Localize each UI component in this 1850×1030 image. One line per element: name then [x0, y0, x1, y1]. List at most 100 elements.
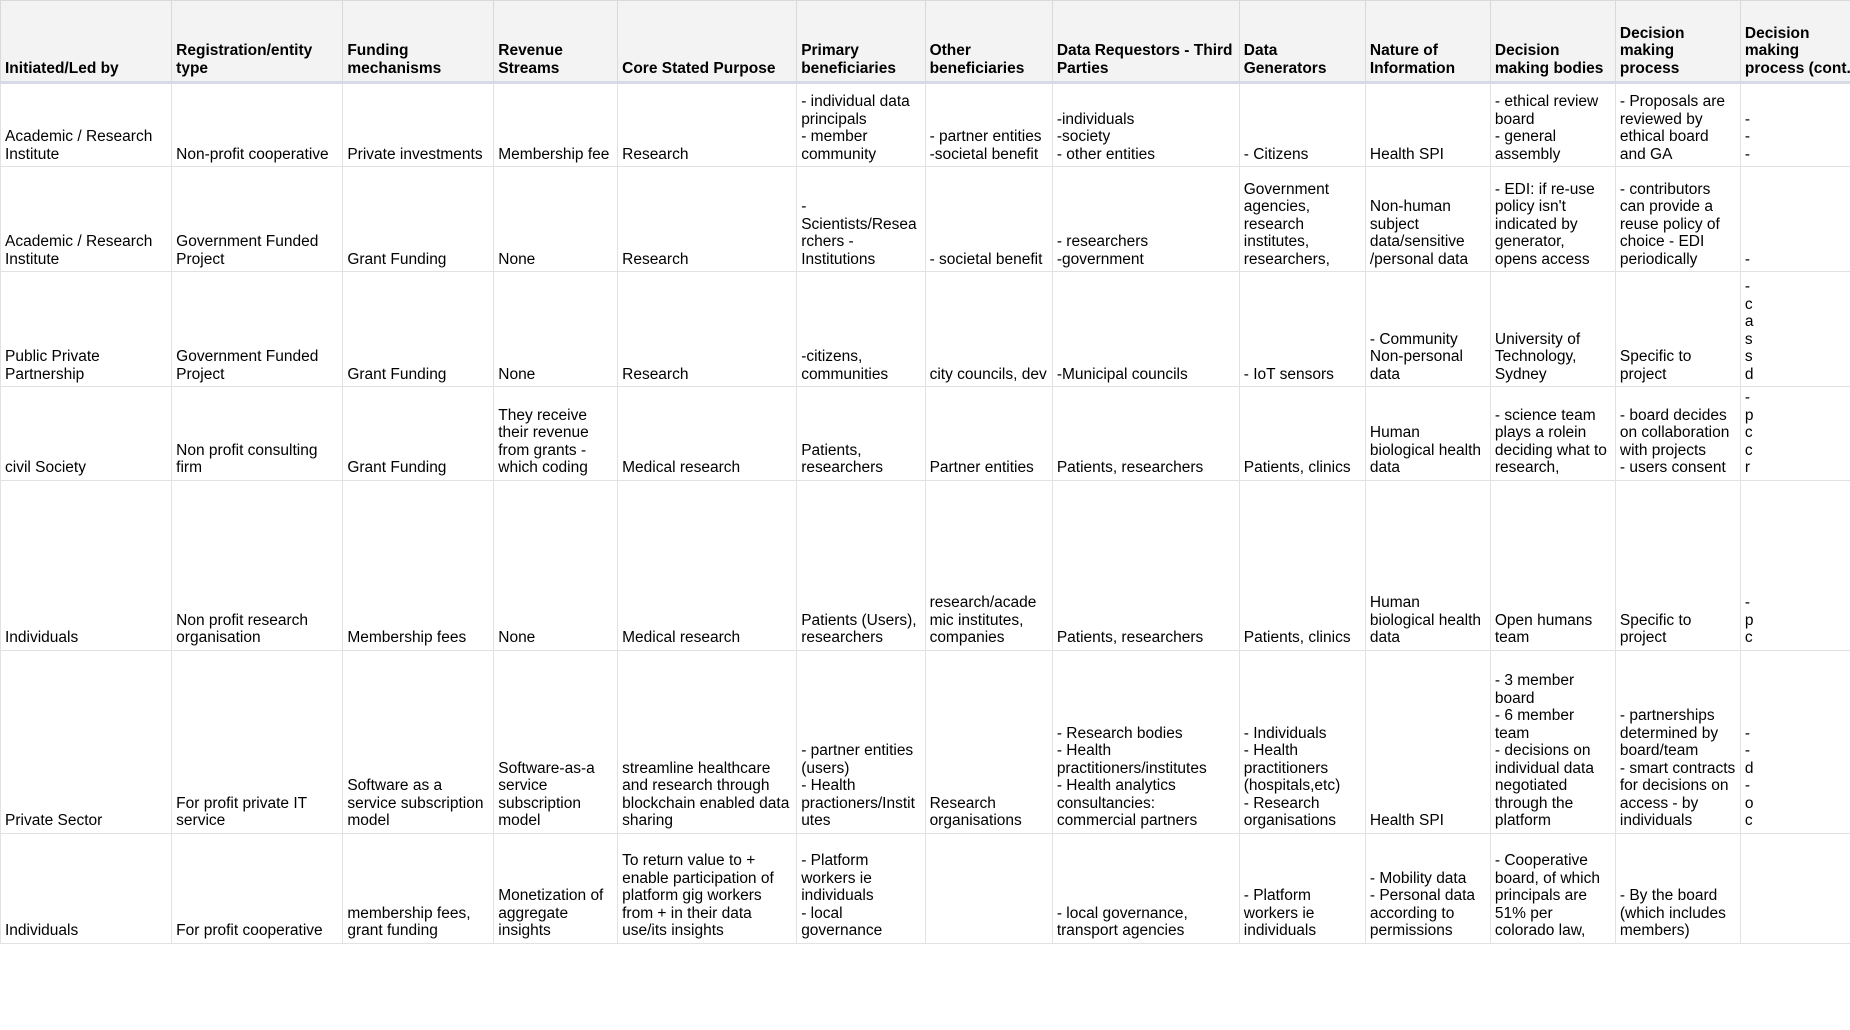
- cell-data-generators[interactable]: - Citizens: [1238, 82, 1366, 167]
- cell-primary-beneficiaries[interactable]: Patients, researchers: [796, 386, 926, 481]
- cell-primary-beneficiaries[interactable]: Patients (Users), researchers: [796, 479, 926, 651]
- cell-primary-beneficiaries[interactable]: - partner entities (users) - Health prac…: [796, 649, 926, 834]
- cell-funding-mechanisms[interactable]: Grant Funding: [342, 271, 495, 387]
- cell-data-generators[interactable]: Patients, clinics: [1238, 479, 1366, 651]
- cell-other-beneficiaries[interactable]: - partner entities -societal benefit: [924, 82, 1053, 167]
- cell-initiated-led-by[interactable]: civil Society: [0, 386, 173, 481]
- cell-primary-beneficiaries[interactable]: - individual data principals - member co…: [796, 82, 926, 167]
- cell-decision-making-process[interactable]: - Proposals are reviewed by ethical boar…: [1614, 82, 1741, 167]
- cell-registration-entity-type[interactable]: Government Funded Project: [171, 271, 344, 387]
- cell-other-beneficiaries[interactable]: [924, 832, 1053, 944]
- column-header-overflow[interactable]: Decision making process (cont.): [1739, 0, 1850, 84]
- cell-decision-making-process[interactable]: - board decides on collaboration with pr…: [1614, 386, 1741, 481]
- cell-funding-mechanisms[interactable]: Software as a service subscription model: [342, 649, 495, 834]
- cell-revenue-streams[interactable]: They receive their revenue from grants -…: [493, 386, 619, 481]
- cell-decision-making-process[interactable]: - contributors can provide a reuse polic…: [1614, 166, 1741, 272]
- cell-core-stated-purpose[interactable]: To return value to + enable participatio…: [617, 832, 798, 944]
- cell-primary-beneficiaries[interactable]: - Platform workers ie individuals - loca…: [796, 832, 926, 944]
- cell-data-requestors-third-parties[interactable]: - local governance, transport agencies: [1051, 832, 1240, 944]
- cell-core-stated-purpose[interactable]: Research: [617, 82, 798, 167]
- cell-other-beneficiaries[interactable]: - societal benefit: [924, 166, 1053, 272]
- cell-decision-making-process[interactable]: - By the board (which includes members): [1614, 832, 1741, 944]
- cell-data-requestors-third-parties[interactable]: -individuals -society - other entities: [1051, 82, 1240, 167]
- cell-revenue-streams[interactable]: Membership fee: [493, 82, 619, 167]
- cell-initiated-led-by[interactable]: Individuals: [0, 832, 173, 944]
- cell-core-stated-purpose[interactable]: Medical research: [617, 386, 798, 481]
- cell-nature-of-information[interactable]: - Mobility data - Personal data accordin…: [1364, 832, 1491, 944]
- cell-core-stated-purpose[interactable]: Medical research: [617, 479, 798, 651]
- cell-registration-entity-type[interactable]: Non-profit cooperative: [171, 82, 344, 167]
- cell-decision-making-process[interactable]: Specific to project: [1614, 271, 1741, 387]
- cell-nature-of-information[interactable]: Health SPI: [1364, 649, 1491, 834]
- cell-data-requestors-third-parties[interactable]: -Municipal councils: [1051, 271, 1240, 387]
- cell-data-requestors-third-parties[interactable]: - researchers -government: [1051, 166, 1240, 272]
- cell-funding-mechanisms[interactable]: membership fees, grant funding: [342, 832, 495, 944]
- cell-initiated-led-by[interactable]: Private Sector: [0, 649, 173, 834]
- cell-initiated-led-by[interactable]: Individuals: [0, 479, 173, 651]
- cell-funding-mechanisms[interactable]: Private investments: [342, 82, 495, 167]
- cell-registration-entity-type[interactable]: For profit private IT service: [171, 649, 344, 834]
- column-header-data-generators[interactable]: Data Generators: [1238, 0, 1366, 84]
- cell-other-beneficiaries[interactable]: Research organisations: [924, 649, 1053, 834]
- cell-decision-making-bodies[interactable]: - 3 member board - 6 member team - decis…: [1489, 649, 1616, 834]
- cell-revenue-streams[interactable]: None: [493, 479, 619, 651]
- cell-data-generators[interactable]: - IoT sensors: [1238, 271, 1366, 387]
- cell-registration-entity-type[interactable]: Government Funded Project: [171, 166, 344, 272]
- cell-decision-making-process[interactable]: Specific to project: [1614, 479, 1741, 651]
- cell-revenue-streams[interactable]: Software-as-a service subscription model: [493, 649, 619, 834]
- cell-overflow[interactable]: [1739, 832, 1850, 944]
- cell-registration-entity-type[interactable]: Non profit research organisation: [171, 479, 344, 651]
- cell-primary-beneficiaries[interactable]: -citizens, communities: [796, 271, 926, 387]
- cell-other-beneficiaries[interactable]: Partner entities: [924, 386, 1053, 481]
- cell-revenue-streams[interactable]: None: [493, 166, 619, 272]
- column-header-nature-of-information[interactable]: Nature of Information: [1364, 0, 1491, 84]
- cell-overflow[interactable]: - p c: [1739, 479, 1850, 651]
- cell-nature-of-information[interactable]: Non-human subject data/sensitive /person…: [1364, 166, 1491, 272]
- cell-overflow[interactable]: - c a s s d: [1739, 271, 1850, 387]
- cell-decision-making-bodies[interactable]: Open humans team: [1489, 479, 1616, 651]
- column-header-initiated-led-by[interactable]: Initiated/Led by: [0, 0, 173, 84]
- cell-primary-beneficiaries[interactable]: -Scientists/Researchers - Institutions: [796, 166, 926, 272]
- cell-overflow[interactable]: - p c c r: [1739, 386, 1850, 481]
- column-header-core-stated-purpose[interactable]: Core Stated Purpose: [617, 0, 798, 84]
- cell-funding-mechanisms[interactable]: Grant Funding: [342, 386, 495, 481]
- cell-decision-making-bodies[interactable]: - EDI: if re-use policy isn't indicated …: [1489, 166, 1616, 272]
- cell-decision-making-bodies[interactable]: - Cooperative board, of which principals…: [1489, 832, 1616, 944]
- cell-revenue-streams[interactable]: None: [493, 271, 619, 387]
- cell-data-requestors-third-parties[interactable]: Patients, researchers: [1051, 479, 1240, 651]
- cell-data-generators[interactable]: - Individuals - Health practitioners (ho…: [1238, 649, 1366, 834]
- cell-decision-making-bodies[interactable]: University of Technology, Sydney: [1489, 271, 1616, 387]
- cell-registration-entity-type[interactable]: For profit cooperative: [171, 832, 344, 944]
- cell-revenue-streams[interactable]: Monetization of aggregate insights: [493, 832, 619, 944]
- cell-data-generators[interactable]: - Platform workers ie individuals: [1238, 832, 1366, 944]
- cell-core-stated-purpose[interactable]: Research: [617, 166, 798, 272]
- cell-initiated-led-by[interactable]: Public Private Partnership: [0, 271, 173, 387]
- column-header-primary-beneficiaries[interactable]: Primary beneficiaries: [796, 0, 926, 84]
- column-header-registration-entity-type[interactable]: Registration/entity type: [171, 0, 344, 84]
- column-header-funding-mechanisms[interactable]: Funding mechanisms: [342, 0, 495, 84]
- cell-nature-of-information[interactable]: Human biological health data: [1364, 479, 1491, 651]
- cell-funding-mechanisms[interactable]: Membership fees: [342, 479, 495, 651]
- cell-nature-of-information[interactable]: Health SPI: [1364, 82, 1491, 167]
- cell-decision-making-bodies[interactable]: - science team plays a rolein deciding w…: [1489, 386, 1616, 481]
- column-header-decision-making-bodies[interactable]: Decision making bodies: [1489, 0, 1616, 84]
- column-header-decision-making-process[interactable]: Decision making process: [1614, 0, 1741, 84]
- cell-other-beneficiaries[interactable]: research/academic institutes, companies: [924, 479, 1053, 651]
- cell-data-requestors-third-parties[interactable]: Patients, researchers: [1051, 386, 1240, 481]
- cell-initiated-led-by[interactable]: Academic / Research Institute: [0, 166, 173, 272]
- cell-overflow[interactable]: -: [1739, 166, 1850, 272]
- cell-data-generators[interactable]: Government agencies, research institutes…: [1238, 166, 1366, 272]
- cell-initiated-led-by[interactable]: Academic / Research Institute: [0, 82, 173, 167]
- cell-overflow[interactable]: - - d - o c: [1739, 649, 1850, 834]
- cell-data-generators[interactable]: Patients, clinics: [1238, 386, 1366, 481]
- column-header-other-beneficiaries[interactable]: Other beneficiaries: [924, 0, 1053, 84]
- column-header-data-requestors-third-parties[interactable]: Data Requestors - Third Parties: [1051, 0, 1240, 84]
- cell-decision-making-bodies[interactable]: - ethical review board - general assembl…: [1489, 82, 1616, 167]
- cell-decision-making-process[interactable]: - partnerships determined by board/team …: [1614, 649, 1741, 834]
- cell-data-requestors-third-parties[interactable]: - Research bodies - Health practitioners…: [1051, 649, 1240, 834]
- column-header-revenue-streams[interactable]: Revenue Streams: [493, 0, 619, 84]
- cell-nature-of-information[interactable]: Human biological health data: [1364, 386, 1491, 481]
- cell-core-stated-purpose[interactable]: Research: [617, 271, 798, 387]
- cell-overflow[interactable]: - - -: [1739, 82, 1850, 167]
- cell-core-stated-purpose[interactable]: streamline healthcare and research throu…: [617, 649, 798, 834]
